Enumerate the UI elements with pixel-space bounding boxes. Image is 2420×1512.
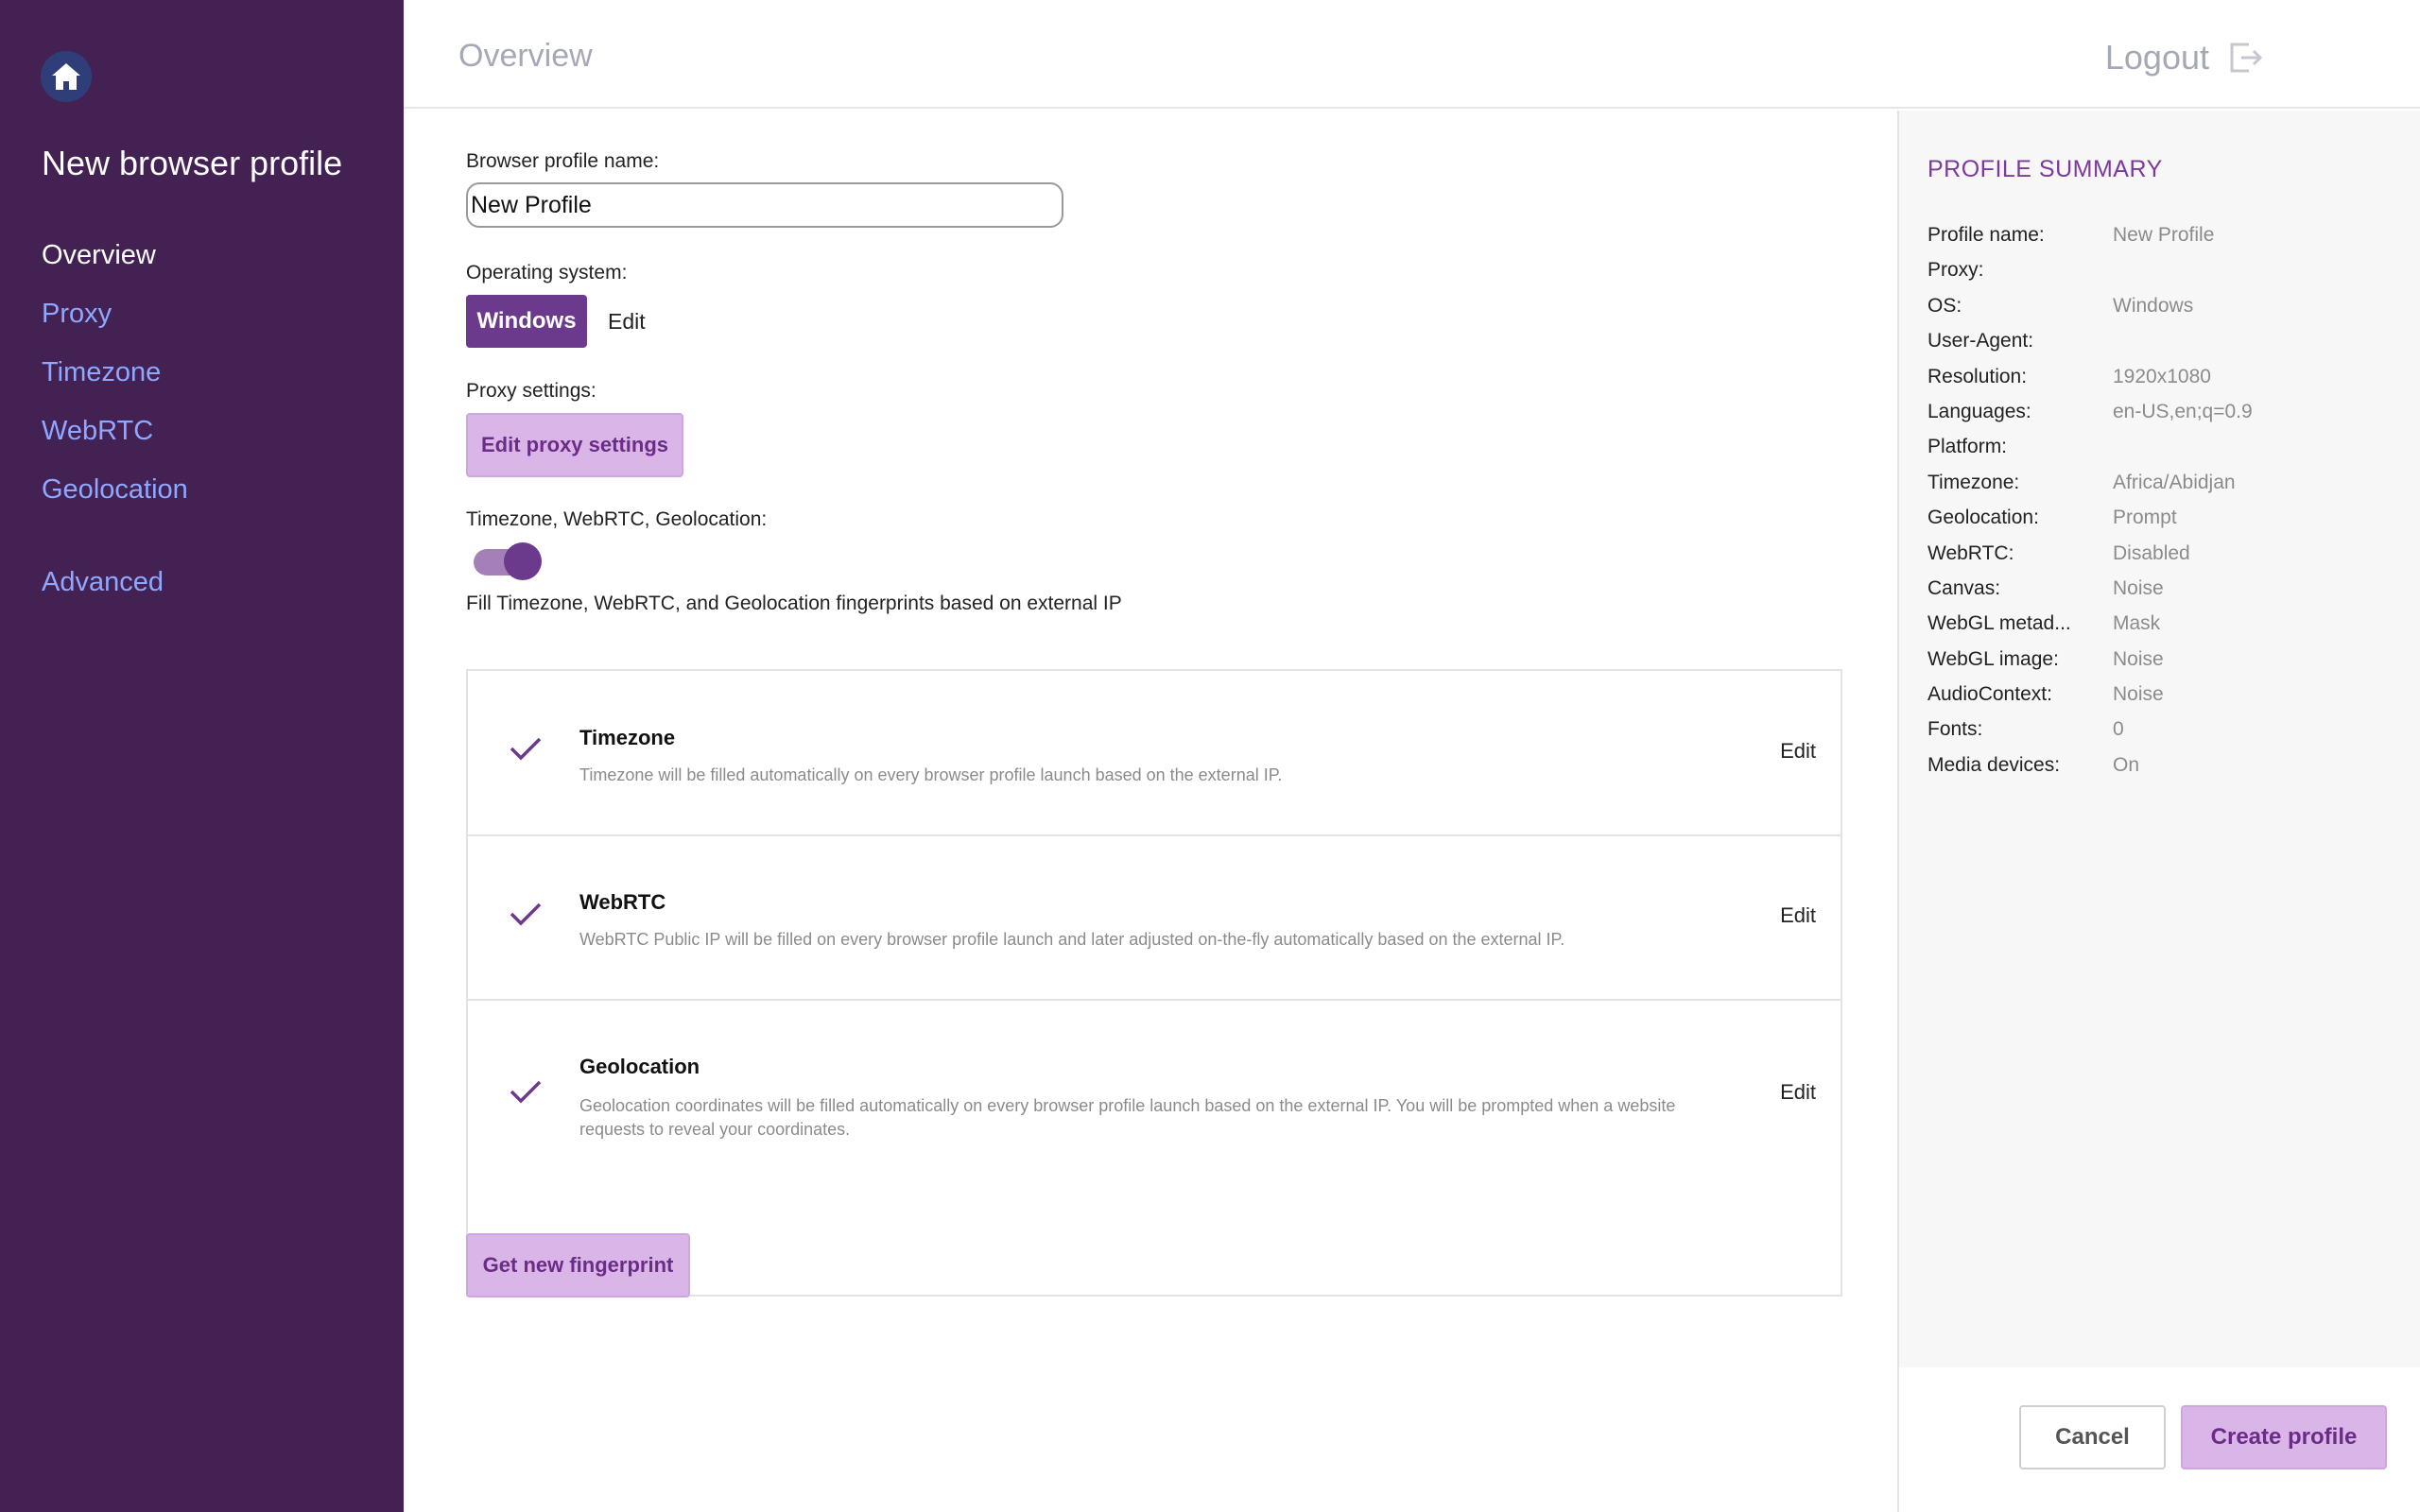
logout-label: Logout	[2104, 38, 2209, 77]
summary-row: WebRTC: Disabled	[1927, 542, 2253, 577]
sidebar-item-proxy[interactable]: Proxy	[42, 295, 188, 353]
summary-row: Media devices: On	[1927, 754, 2253, 789]
summary-key: WebRTC:	[1927, 541, 2014, 564]
summary-row: Platform:	[1927, 436, 2253, 471]
summary-value: Disabled	[2113, 541, 2190, 564]
summary-key: WebGL image:	[1927, 647, 2059, 670]
os-edit-link[interactable]: Edit	[608, 309, 646, 335]
summary-value: 0	[2113, 718, 2124, 741]
os-badge[interactable]: Windows	[466, 295, 587, 348]
card-title: Timezone	[579, 726, 676, 749]
card-title: WebRTC	[579, 890, 666, 914]
summary-value: Mask	[2113, 612, 2161, 635]
summary-value: Windows	[2113, 294, 2194, 317]
summary-title: PROFILE SUMMARY	[1927, 156, 2163, 182]
sidebar-item-overview[interactable]: Overview	[42, 236, 188, 295]
summary-row: User-Agent:	[1927, 330, 2253, 365]
card-edit-link[interactable]: Edit	[1780, 739, 1816, 764]
summary-value: Prompt	[2113, 507, 2177, 529]
proxy-label: Proxy settings:	[466, 380, 596, 402]
check-icon	[510, 737, 542, 761]
home-button[interactable]	[41, 51, 92, 102]
summary-row: Proxy:	[1927, 259, 2253, 294]
summary-row: WebGL metad... Mask	[1927, 612, 2253, 647]
logout-icon	[2230, 43, 2263, 73]
summary-row: Timezone: Africa/Abidjan	[1927, 472, 2253, 507]
summary-value: Africa/Abidjan	[2113, 471, 2236, 493]
summary-row: Canvas: Noise	[1927, 577, 2253, 612]
profile-name-input[interactable]	[466, 182, 1063, 228]
summary-key: OS:	[1927, 294, 1962, 317]
top-header: Overview Logout	[404, 0, 2420, 109]
auto-fill-description: Fill Timezone, WebRTC, and Geolocation f…	[466, 593, 1122, 614]
card-webrtc: WebRTC WebRTC Public IP will be filled o…	[468, 836, 1841, 1001]
card-timezone: Timezone Timezone will be filled automat…	[468, 671, 1841, 836]
summary-key: Platform:	[1927, 436, 2008, 458]
summary-value: New Profile	[2113, 224, 2215, 246]
summary-row: Fonts: 0	[1927, 718, 2253, 753]
summary-key: Languages:	[1927, 400, 2031, 422]
edit-proxy-button[interactable]: Edit proxy settings	[466, 413, 683, 477]
auto-fill-cards: Timezone Timezone will be filled automat…	[466, 669, 1842, 1297]
home-icon	[52, 63, 80, 90]
summary-key: Resolution:	[1927, 365, 2028, 387]
summary-key: WebGL metad...	[1927, 612, 2071, 635]
summary-key: Canvas:	[1927, 576, 2001, 599]
sidebar-item-timezone[interactable]: Timezone	[42, 353, 188, 412]
sidebar: New browser profile Overview Proxy Timez…	[0, 0, 404, 1512]
sidebar-title: New browser profile	[42, 144, 343, 182]
summary-row: Profile name: New Profile	[1927, 224, 2253, 259]
toggle-knob	[504, 542, 542, 580]
profile-summary-panel: PROFILE SUMMARY Profile name: New Profile…	[1897, 111, 2420, 1367]
card-description: Timezone will be filled automatically on…	[579, 765, 1283, 784]
summary-row: AudioContext: Noise	[1927, 683, 2253, 718]
summary-value: Noise	[2113, 683, 2164, 706]
cancel-button[interactable]: Cancel	[2019, 1405, 2166, 1469]
card-edit-link[interactable]: Edit	[1780, 903, 1816, 928]
card-description: Geolocation coordinates will be filled a…	[579, 1096, 1676, 1139]
summary-value: en-US,en;q=0.9	[2113, 400, 2253, 422]
main-content: Browser profile name: Operating system: …	[404, 109, 1897, 1512]
summary-key: Media devices:	[1927, 753, 2061, 776]
card-edit-link[interactable]: Edit	[1780, 1080, 1816, 1105]
summary-value: On	[2113, 753, 2140, 776]
action-footer: Cancel Create profile	[1897, 1367, 2420, 1512]
auto-fill-label: Timezone, WebRTC, Geolocation:	[466, 508, 768, 530]
summary-row: Resolution: 1920x1080	[1927, 366, 2253, 401]
check-icon	[510, 1080, 542, 1104]
profile-name-label: Browser profile name:	[466, 150, 660, 172]
sidebar-item-webrtc[interactable]: WebRTC	[42, 412, 188, 471]
app-window: New browser profile Overview Proxy Timez…	[0, 0, 2420, 1512]
os-label: Operating system:	[466, 262, 628, 284]
summary-key: Geolocation:	[1927, 507, 2039, 529]
summary-row: Languages: en-US,en;q=0.9	[1927, 401, 2253, 436]
summary-key: User-Agent:	[1927, 330, 2034, 352]
auto-fill-toggle[interactable]	[474, 542, 542, 580]
summary-key: Fonts:	[1927, 718, 1983, 741]
summary-row: Geolocation: Prompt	[1927, 507, 2253, 541]
summary-list: Profile name: New Profile Proxy: OS: Windo…	[1927, 224, 2253, 789]
summary-value: 1920x1080	[2113, 365, 2211, 387]
sidebar-item-geolocation[interactable]: Geolocation	[42, 471, 188, 529]
logout-button[interactable]: Logout	[2105, 38, 2264, 77]
card-title: Geolocation	[579, 1055, 700, 1078]
summary-value: Noise	[2113, 647, 2164, 670]
check-icon	[510, 902, 542, 926]
summary-key: AudioContext:	[1927, 683, 2052, 706]
page-title: Overview	[458, 38, 593, 74]
get-new-fingerprint-button[interactable]: Get new fingerprint	[466, 1233, 690, 1297]
create-profile-button[interactable]: Create profile	[2181, 1405, 2387, 1469]
summary-value: Noise	[2113, 576, 2164, 599]
summary-row: WebGL image: Noise	[1927, 648, 2253, 683]
summary-key: Profile name:	[1927, 224, 2045, 246]
summary-key: Timezone:	[1927, 471, 2020, 493]
sidebar-nav: Overview Proxy Timezone WebRTC Geolocati…	[42, 236, 188, 622]
summary-row: OS: Windows	[1927, 295, 2253, 330]
sidebar-item-advanced[interactable]: Advanced	[42, 563, 188, 622]
summary-key: Proxy:	[1927, 259, 1984, 282]
card-description: WebRTC Public IP will be filled on every…	[579, 930, 1565, 949]
